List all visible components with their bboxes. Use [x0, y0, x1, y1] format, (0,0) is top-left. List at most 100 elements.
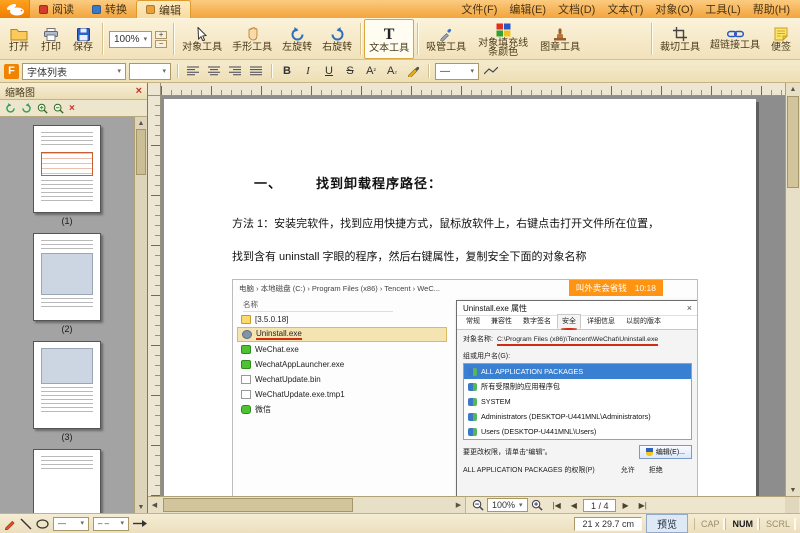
thumbnail-scrollbar[interactable]: ▲ ▼	[134, 117, 147, 513]
line-style-select-bottom[interactable]: – – ▾	[93, 517, 129, 531]
thumb-zoom-in-icon[interactable]	[37, 103, 48, 114]
object-tool-button[interactable]: 对象工具	[177, 19, 227, 59]
tab-edit[interactable]: 编辑	[136, 0, 191, 18]
line-style-button[interactable]	[482, 62, 500, 80]
vertical-scrollbar-track[interactable]	[786, 95, 800, 484]
font-size-select[interactable]: ▾	[129, 63, 171, 80]
dialog-tab-security: 安全	[557, 314, 581, 329]
tab-read[interactable]: 阅读	[30, 0, 83, 18]
object-path: C:\Program Files (x86)\Tencent\WeChat\Un…	[497, 336, 658, 346]
pdf-page[interactable]: 一、找到卸载程序路径： 方法 1：安装完软件，找到应用快捷方式，鼠标放软件上，右…	[164, 99, 756, 513]
crop-tool-button[interactable]: 裁切工具	[655, 19, 705, 59]
superscript-button[interactable]: A²	[362, 62, 380, 80]
rotate-left-button[interactable]: 左旋转	[277, 19, 317, 59]
zoom-out-button[interactable]: −	[155, 40, 167, 48]
app-logo[interactable]	[0, 0, 30, 18]
horizontal-scrollbar-thumb[interactable]	[163, 498, 353, 512]
subscript-button[interactable]: A₂	[383, 62, 401, 80]
menu-object[interactable]: 对象(O)	[649, 1, 699, 17]
zoom-out-icon[interactable]	[472, 499, 484, 511]
line-width-select[interactable]: — ▾	[435, 63, 479, 80]
italic-button[interactable]: I	[299, 62, 317, 80]
horizontal-scrollbar-track[interactable]	[161, 497, 452, 513]
workspace: 缩略图 × ×	[0, 83, 800, 513]
thumbnail-label: (2)	[62, 324, 73, 334]
zoom-buttons: + −	[155, 31, 167, 48]
arrow-tool-icon[interactable]	[133, 519, 147, 528]
zoom-in-button[interactable]: +	[155, 31, 167, 39]
thumb-delete-icon[interactable]: ×	[69, 103, 75, 114]
menu-file[interactable]: 文件(F)	[455, 1, 503, 17]
font-family-select[interactable]: 字体列表 ▾	[22, 63, 126, 80]
save-button[interactable]: 保存	[67, 19, 99, 59]
menu-tools[interactable]: 工具(L)	[699, 1, 746, 17]
next-page-button[interactable]: ▶	[618, 500, 632, 511]
text-tool-button[interactable]: T 文本工具	[364, 19, 414, 59]
note-tool-button[interactable]: 便签	[765, 19, 797, 59]
first-page-button[interactable]: |◀	[549, 500, 565, 511]
align-center-button[interactable]	[205, 62, 223, 80]
menu-edit[interactable]: 编辑(E)	[503, 1, 552, 17]
tab-convert[interactable]: 转换	[83, 0, 136, 18]
thumbnail-scrollbar-track[interactable]	[135, 129, 147, 501]
document-canvas: 一、找到卸载程序路径： 方法 1：安装完软件，找到应用快捷方式，鼠标放软件上，右…	[148, 83, 800, 513]
zoom-level-select[interactable]: 100% ▾	[487, 498, 528, 512]
font-logo-icon: F	[4, 64, 19, 79]
align-right-button[interactable]	[226, 62, 244, 80]
menu-document[interactable]: 文档(D)	[552, 1, 601, 17]
page-size-display: 21 x 29.7 cm	[574, 517, 642, 531]
crop-icon	[673, 27, 687, 41]
menu-help[interactable]: 帮助(H)	[747, 1, 796, 17]
align-left-button[interactable]	[184, 62, 202, 80]
prev-page-button[interactable]: ◀	[567, 500, 581, 511]
vertical-scrollbar[interactable]: ▲ ▼	[785, 83, 800, 496]
users-icon	[468, 428, 477, 436]
zoom-in-icon[interactable]	[531, 499, 543, 511]
thumb-rotate-right-icon[interactable]	[21, 103, 32, 113]
hyperlink-tool-button[interactable]: 超链接工具	[705, 19, 765, 59]
line-width-select-bottom[interactable]: — ▾	[53, 517, 89, 531]
format-pen-button[interactable]	[404, 62, 422, 80]
page-thumbnail-4[interactable]	[33, 449, 101, 513]
scroll-down-icon[interactable]: ▼	[786, 484, 800, 496]
thumb-rotate-left-icon[interactable]	[5, 103, 16, 113]
pencil-tool-icon[interactable]	[4, 518, 16, 530]
preview-button[interactable]: 预览	[646, 514, 688, 533]
scroll-up-icon[interactable]: ▲	[135, 117, 147, 129]
zoom-select[interactable]: 100% ▾	[109, 31, 152, 48]
page-thumbnail-3[interactable]	[33, 341, 101, 429]
scroll-up-icon[interactable]: ▲	[786, 83, 800, 95]
print-button[interactable]: 打印	[35, 19, 67, 59]
scroll-down-icon[interactable]: ▼	[135, 501, 147, 513]
underline-button[interactable]: U	[320, 62, 338, 80]
stamp-icon	[552, 27, 568, 41]
line-tool-icon[interactable]	[20, 518, 32, 530]
hand-tool-button[interactable]: 手形工具	[227, 19, 277, 59]
stamp-tool-button[interactable]: 图章工具	[535, 19, 585, 59]
menu-text[interactable]: 文本(T)	[601, 1, 649, 17]
thumb-zoom-out-icon[interactable]	[53, 103, 64, 114]
eyedropper-tool-button[interactable]: 吸管工具	[421, 19, 471, 59]
scroll-right-icon[interactable]: ▶	[452, 499, 465, 511]
scroll-left-icon[interactable]: ◀	[148, 499, 161, 511]
panel-close-icon[interactable]: ×	[136, 86, 142, 97]
horizontal-scrollbar[interactable]: ◀ ▶	[148, 497, 466, 513]
page-thumbnail-1[interactable]	[33, 125, 101, 213]
thumbnail-scrollbar-thumb[interactable]	[136, 129, 146, 175]
hyperlink-chain-icon	[727, 29, 744, 39]
uac-shield-icon	[646, 448, 653, 456]
rotate-right-button[interactable]: 右旋转	[317, 19, 357, 59]
last-page-button[interactable]: ▶|	[635, 500, 651, 511]
ellipse-tool-icon[interactable]	[36, 519, 49, 529]
bold-button[interactable]: B	[278, 62, 296, 80]
fill-stroke-color-button[interactable]: 对象填充线条颜色	[471, 19, 535, 59]
file-row: WeChatUpdate.exe.tmp1	[237, 387, 447, 402]
vertical-scrollbar-thumb[interactable]	[787, 96, 799, 188]
dialog-tabs: 常规 兼容性 数字签名 安全 详细信息 以前的版本	[457, 316, 698, 330]
align-justify-button[interactable]	[247, 62, 265, 80]
page-number-display[interactable]: 1 / 4	[583, 499, 617, 512]
open-button[interactable]: 打开	[3, 19, 35, 59]
page-thumbnail-2[interactable]	[33, 233, 101, 321]
thumbnail-toolbar: ×	[0, 100, 147, 117]
strikethrough-button[interactable]: S	[341, 62, 359, 80]
